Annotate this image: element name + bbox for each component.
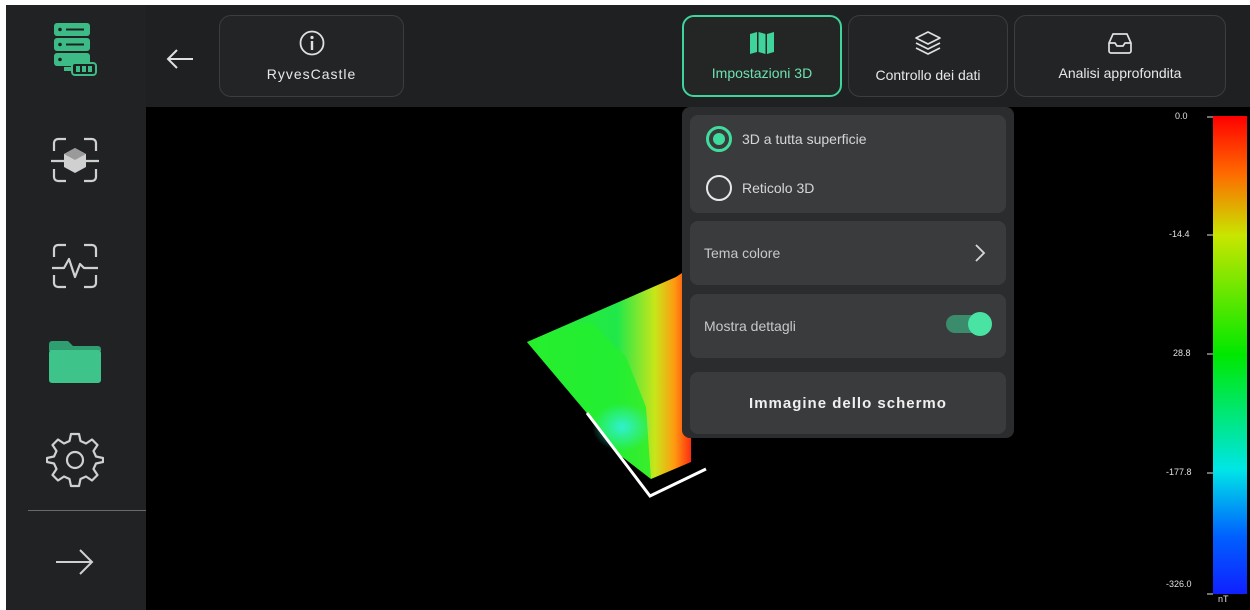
3d-surface-render bbox=[527, 267, 707, 498]
app-window: RyvesCastle Impostazioni 3D Controllo de… bbox=[6, 5, 1250, 610]
tab-label: Analisi approfondita bbox=[1058, 65, 1182, 81]
tab-label: Impostazioni 3D bbox=[711, 65, 813, 81]
show-details-label: Mostra dettagli bbox=[704, 318, 796, 334]
tab-impostazioni-3d[interactable]: Impostazioni 3D bbox=[682, 15, 842, 97]
folder-button[interactable] bbox=[42, 327, 108, 393]
color-scale-bar bbox=[1207, 116, 1247, 595]
scan-pulse-icon bbox=[52, 243, 98, 289]
scan-3d-button[interactable] bbox=[42, 127, 108, 193]
render-mode-card: 3D a tutta superficie Reticolo 3D bbox=[690, 115, 1006, 213]
scan-3d-icon bbox=[51, 137, 99, 183]
expand-sidebar-button[interactable] bbox=[42, 529, 108, 595]
scale-tick-label: -177.8 bbox=[1166, 467, 1192, 477]
arrow-right-icon bbox=[56, 549, 94, 575]
gear-icon bbox=[46, 432, 104, 488]
sidebar-divider bbox=[28, 510, 146, 511]
render-option-grid[interactable]: Reticolo 3D bbox=[706, 173, 814, 203]
tab-analisi-approfondita[interactable]: Analisi approfondita bbox=[1014, 15, 1226, 97]
screenshot-button[interactable]: Immagine dello schermo bbox=[690, 372, 1006, 434]
color-scale bbox=[1204, 107, 1250, 610]
color-theme-row[interactable]: Tema colore bbox=[690, 221, 1006, 285]
show-details-row: Mostra dettagli bbox=[690, 294, 1006, 358]
3d-viewport[interactable] bbox=[146, 107, 1204, 610]
inbox-icon bbox=[1108, 33, 1132, 54]
back-button[interactable] bbox=[162, 41, 198, 77]
scale-tick-label: -14.4 bbox=[1169, 229, 1190, 239]
chevron-right-icon bbox=[975, 244, 986, 262]
render-option-full-surface[interactable]: 3D a tutta superficie bbox=[706, 124, 867, 154]
tab-label: Controllo dei dati bbox=[875, 67, 981, 83]
3d-settings-panel: 3D a tutta superficie Reticolo 3D Tema c… bbox=[682, 107, 1014, 438]
info-icon bbox=[299, 30, 324, 56]
radio-selected-icon[interactable] bbox=[706, 126, 732, 152]
color-theme-label: Tema colore bbox=[704, 245, 781, 261]
device-button[interactable] bbox=[42, 15, 108, 81]
radio-label: Reticolo 3D bbox=[742, 180, 815, 196]
sidebar bbox=[6, 5, 146, 610]
project-name: RyvesCastle bbox=[266, 66, 357, 82]
arrow-left-icon bbox=[166, 49, 193, 69]
toggle-knob bbox=[968, 312, 992, 336]
show-details-toggle[interactable] bbox=[946, 312, 992, 336]
scan-pulse-button[interactable] bbox=[42, 233, 108, 299]
folder-icon bbox=[49, 341, 101, 383]
scale-tick-label: 28.8 bbox=[1173, 348, 1191, 358]
scale-tick-label: 0.0 bbox=[1175, 111, 1188, 121]
radio-label: 3D a tutta superficie bbox=[742, 131, 867, 147]
map-icon bbox=[750, 32, 774, 54]
scale-unit-label: nT bbox=[1218, 594, 1229, 604]
settings-button[interactable] bbox=[42, 427, 108, 493]
top-bar: RyvesCastle Impostazioni 3D Controllo de… bbox=[146, 5, 1250, 107]
layers-icon bbox=[915, 31, 941, 55]
device-icon bbox=[54, 23, 97, 76]
tab-controllo-dei-dati[interactable]: Controllo dei dati bbox=[848, 15, 1008, 97]
project-info-button[interactable]: RyvesCastle bbox=[219, 15, 404, 97]
radio-unselected-icon[interactable] bbox=[706, 175, 732, 201]
scale-tick-label: -326.0 bbox=[1166, 579, 1192, 589]
